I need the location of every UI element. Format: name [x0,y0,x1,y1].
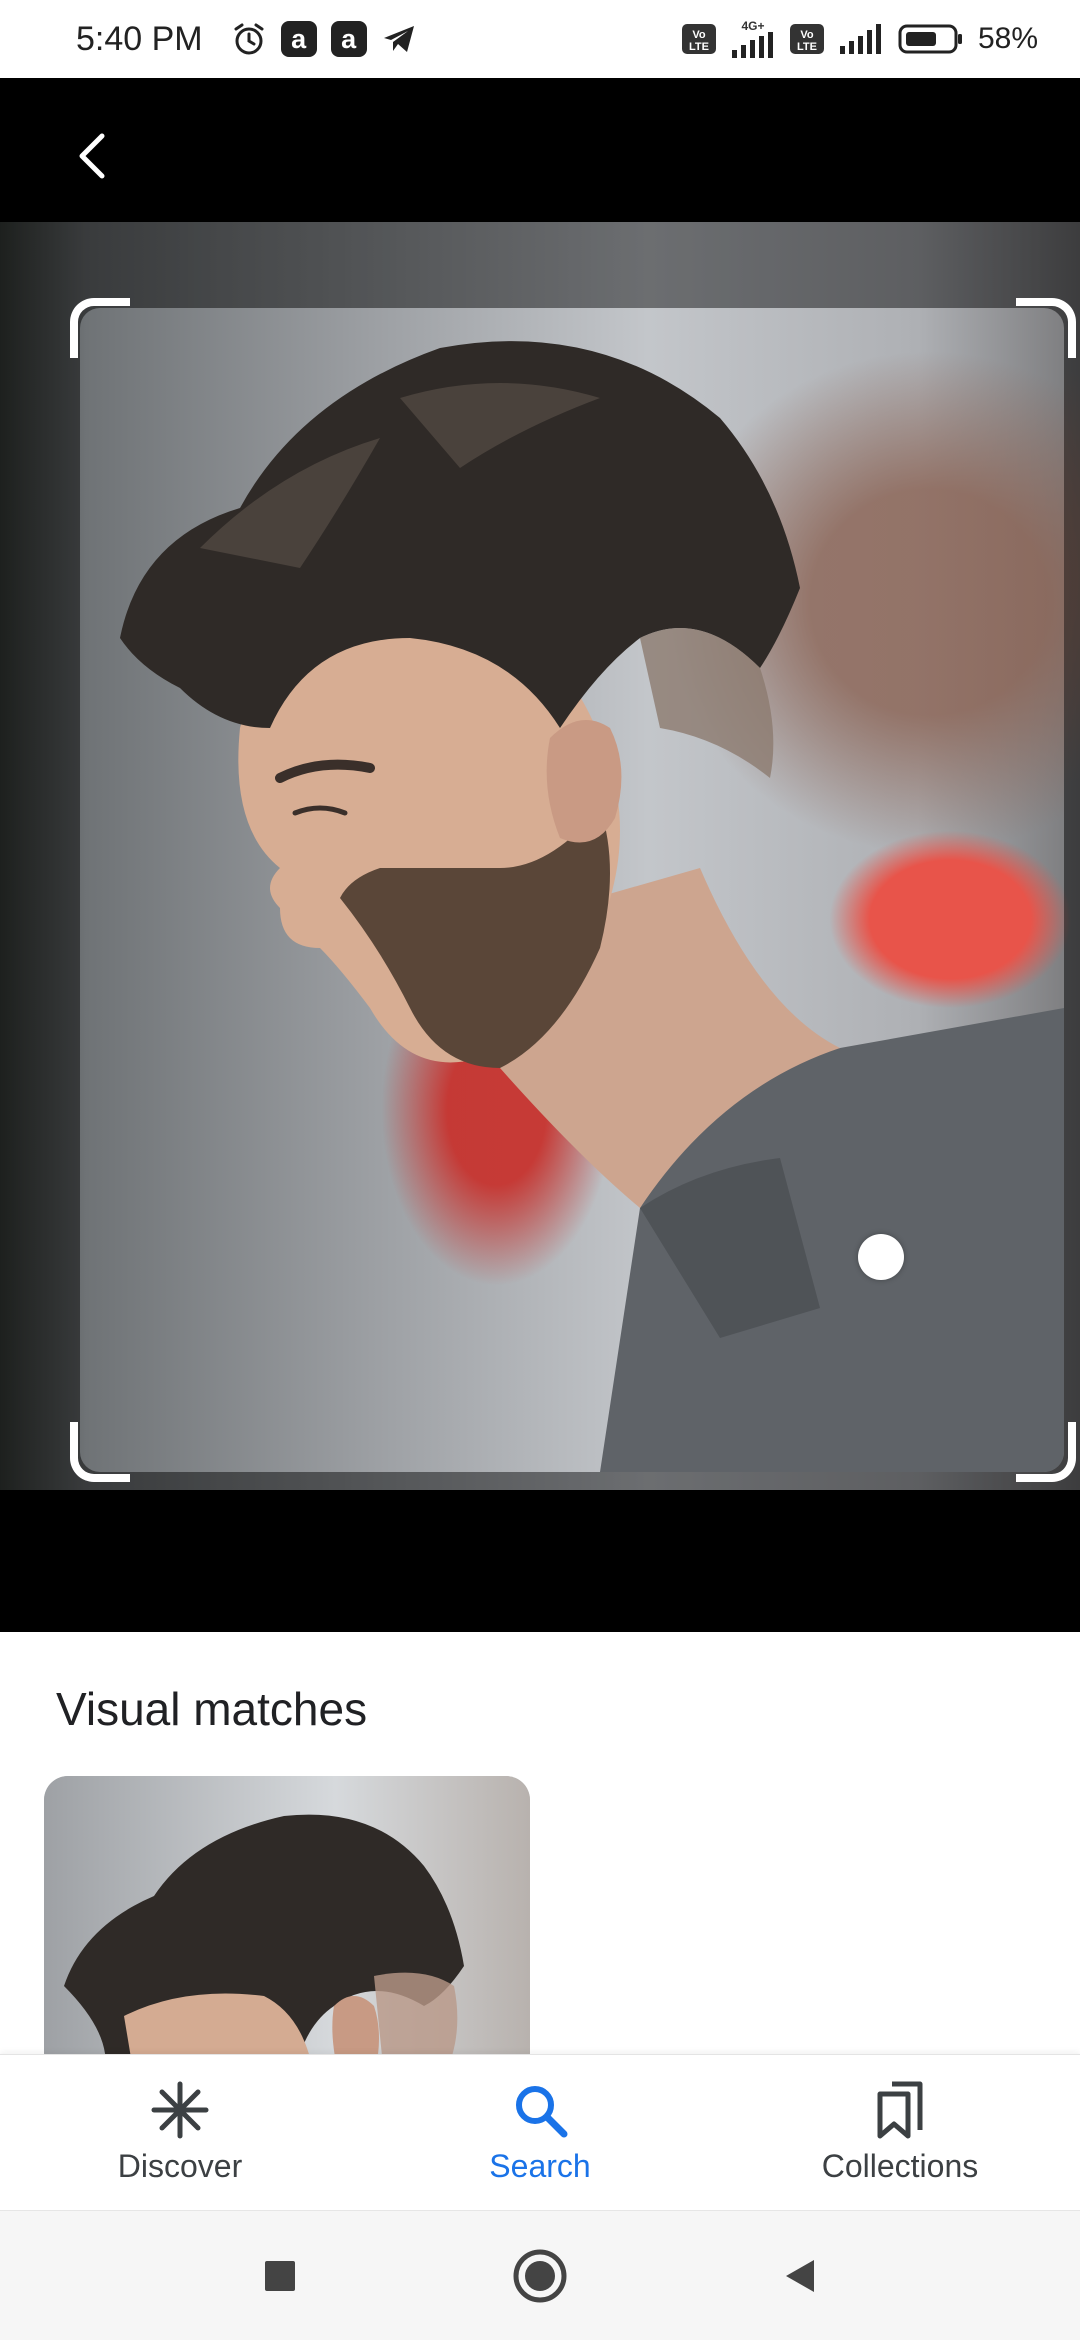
collections-icon [877,2081,923,2139]
bottom-navigation: Discover Search Collections [0,2054,1080,2210]
search-image[interactable] [0,222,1080,1490]
recents-button[interactable] [245,2241,315,2311]
signal-icon [838,24,884,54]
crop-selection[interactable] [80,308,1064,1472]
results-sheet[interactable]: Visual matches [0,1632,1080,2054]
battery-icon [898,23,964,55]
nav-search[interactable]: Search [390,2055,690,2211]
visual-matches-title: Visual matches [56,1683,368,1735]
system-back-button[interactable] [765,2241,835,2311]
network-type: 4G+ [741,19,765,33]
search-icon [516,2086,568,2138]
recents-square-icon [265,2260,295,2291]
nav-collections-label: Collections [821,2148,979,2184]
battery-percent: 58% [977,22,1038,55]
nav-discover[interactable]: Discover [30,2055,330,2211]
nav-discover-label: Discover [117,2148,243,2184]
app-a-icon: a [280,21,317,57]
system-navigation-bar [0,2210,1080,2340]
crop-handle-bottom-right[interactable] [1016,1422,1076,1482]
top-app-bar [0,78,1080,222]
status-bar: 5:40 PM a a Vo LTE 4G+ Vo LTE 58% [0,0,1080,78]
telegram-icon [381,21,417,57]
crop-handle-top-left[interactable] [70,298,130,358]
nav-collections[interactable]: Collections [750,2055,1050,2211]
alarm-icon [231,21,267,57]
asterisk-icon [151,2081,209,2139]
status-right: Vo LTE 4G+ Vo LTE 58% [681,20,1038,58]
image-bottom-band [0,1490,1080,1632]
volte-icon: Vo LTE [789,24,824,54]
chevron-left-icon [79,133,105,179]
back-triangle-icon [786,2259,814,2292]
signal-icon: 4G+ [730,20,776,58]
google-lens-screen: 5:40 PM a a Vo LTE 4G+ Vo LTE 58% Visual… [0,0,1080,2340]
visual-match-card[interactable] [44,1776,530,2054]
back-button[interactable] [56,120,128,192]
volte-icon: Vo LTE [681,24,716,54]
home-button[interactable] [505,2241,575,2311]
nav-search-label: Search [489,2148,591,2184]
status-time: 5:40 PM [76,19,203,58]
status-left: 5:40 PM a a [76,20,417,59]
object-dot-marker[interactable] [858,1234,904,1280]
visual-match-thumbnail [44,1776,530,2054]
app-a-icon: a [330,21,367,57]
man-profile-illustration [120,341,1064,1472]
crop-handle-top-right[interactable] [1016,298,1076,358]
crop-handle-bottom-left[interactable] [70,1422,130,1482]
home-circle-icon [513,2249,567,2302]
